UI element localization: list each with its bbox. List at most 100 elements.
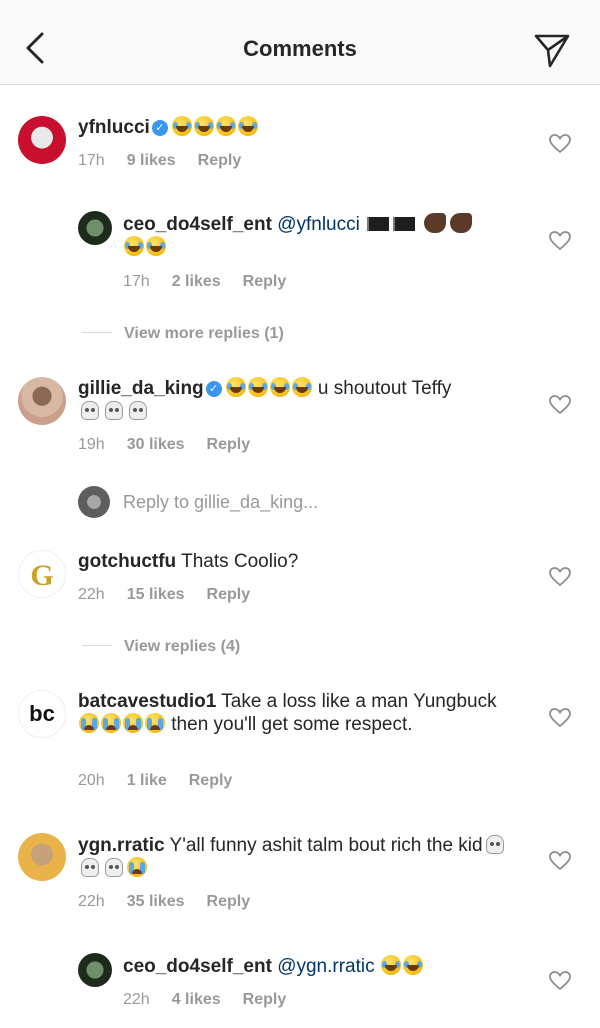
username[interactable]: ceo_do4self_ent: [123, 956, 272, 977]
reply-to-input[interactable]: Reply to gillie_da_king...: [123, 492, 318, 513]
skull-emoji-icon: [105, 858, 123, 877]
laughing-emoji-icon: [402, 955, 423, 975]
avatar[interactable]: bc: [18, 690, 66, 738]
like-heart-icon[interactable]: [549, 708, 571, 728]
divider: [82, 645, 112, 646]
verified-badge-icon: ✓: [151, 120, 168, 136]
flexed-biceps-icon: [424, 213, 447, 233]
comment-text: ceo_do4self_ent @yfnlucci: [123, 213, 523, 259]
timestamp: 17h: [78, 152, 105, 169]
like-heart-icon[interactable]: [549, 231, 571, 251]
view-replies-link[interactable]: View replies (4): [82, 638, 240, 656]
laughing-emoji-icon: [215, 116, 236, 136]
like-heart-icon[interactable]: [549, 971, 571, 991]
mention-link[interactable]: @ygn.rratic: [277, 956, 374, 977]
laughing-emoji-icon: [146, 236, 166, 256]
username[interactable]: ygn.rratic: [78, 835, 165, 856]
gold-letter-g-icon: G: [30, 559, 53, 592]
loudly-crying-emoji-icon: [145, 713, 165, 733]
likes-count[interactable]: 2 likes: [172, 273, 221, 290]
laughing-emoji-icon: [124, 236, 144, 256]
laughing-emoji-icon: [291, 377, 312, 397]
comment-body: Thats Coolio?: [176, 551, 299, 572]
likes-count[interactable]: 1 like: [127, 772, 167, 789]
username[interactable]: batcavestudio1: [78, 691, 216, 712]
my-avatar: [78, 486, 110, 518]
comments-header: Comments: [0, 0, 600, 85]
avatar[interactable]: [78, 953, 112, 987]
avatar[interactable]: [18, 377, 66, 425]
avatar[interactable]: [78, 211, 112, 245]
skull-emoji-icon: [105, 401, 123, 420]
skull-emoji-icon: [485, 835, 504, 854]
comment-meta: 19h 30 likes Reply: [78, 436, 272, 454]
username[interactable]: gillie_da_king: [78, 378, 204, 399]
comment-text: yfnlucci ✓: [78, 116, 518, 139]
verified-badge-icon: ✓: [205, 381, 222, 397]
reply-button[interactable]: Reply: [243, 991, 287, 1008]
reply-button[interactable]: Reply: [207, 893, 251, 910]
reply-button[interactable]: Reply: [189, 772, 233, 789]
view-more-label: View more replies (1): [124, 325, 284, 342]
avatar[interactable]: [18, 833, 66, 881]
comment-text: batcavestudio1 Take a loss like a man Yu…: [78, 690, 518, 736]
reply-button[interactable]: Reply: [198, 152, 242, 169]
comment-meta: 22h 35 likes Reply: [78, 893, 272, 911]
comment-body: Y'all funny ashit talm bout rich the kid: [164, 835, 483, 856]
likes-count[interactable]: 4 likes: [172, 991, 221, 1008]
like-heart-icon[interactable]: [549, 134, 571, 154]
laughing-emoji-icon: [380, 955, 401, 975]
laughing-emoji-icon: [247, 377, 268, 397]
timestamp: 22h: [78, 893, 105, 910]
avatar[interactable]: [18, 116, 66, 164]
comment-body: u shoutout Teffy: [312, 378, 452, 399]
loudly-crying-emoji-icon: [123, 713, 143, 733]
loudly-crying-emoji-icon: [101, 713, 121, 733]
timestamp: 19h: [78, 436, 105, 453]
like-heart-icon[interactable]: [549, 851, 571, 871]
svg-text:G: G: [30, 559, 53, 592]
black-flag-icon: [393, 217, 416, 231]
comment-meta: 17h 9 likes Reply: [78, 152, 263, 170]
reply-button[interactable]: Reply: [207, 436, 251, 453]
laughing-emoji-icon: [269, 377, 290, 397]
loudly-crying-emoji-icon: [127, 857, 147, 877]
comment-text: gillie_da_king ✓ u shoutout Teffy: [78, 377, 528, 423]
page-title: Comments: [243, 36, 357, 61]
like-heart-icon[interactable]: [549, 395, 571, 415]
comment-text: gotchuctfu Thats Coolio?: [78, 550, 518, 573]
comment-meta: 17h 2 likes Reply: [123, 273, 308, 291]
likes-count[interactable]: 30 likes: [127, 436, 185, 453]
comment-meta: 22h 4 likes Reply: [123, 991, 308, 1009]
likes-count[interactable]: 35 likes: [127, 893, 185, 910]
reply-button[interactable]: Reply: [243, 273, 287, 290]
comment-meta: 20h 1 like Reply: [78, 772, 254, 790]
username[interactable]: gotchuctfu: [78, 551, 176, 572]
laughing-emoji-icon: [225, 377, 246, 397]
comment-body-part1: Take a loss like a man Yungbuck: [216, 691, 497, 712]
loudly-crying-emoji-icon: [79, 713, 99, 733]
reply-button[interactable]: Reply: [207, 586, 251, 603]
view-replies-label: View replies (4): [124, 638, 241, 655]
timestamp: 20h: [78, 772, 105, 789]
comment-text: ceo_do4self_ent @ygn.rratic: [123, 955, 523, 978]
mention-link[interactable]: @yfnlucci: [277, 214, 360, 235]
laughing-emoji-icon: [237, 116, 258, 136]
skull-emoji-icon: [129, 401, 147, 420]
username[interactable]: yfnlucci: [78, 117, 150, 138]
timestamp: 17h: [123, 273, 150, 290]
comment-text: ygn.rratic Y'all funny ashit talm bout r…: [78, 834, 508, 880]
likes-count[interactable]: 15 likes: [127, 586, 185, 603]
direct-send-icon[interactable]: [532, 30, 572, 70]
skull-emoji-icon: [81, 858, 99, 877]
like-heart-icon[interactable]: [549, 567, 571, 587]
avatar-initials: bc: [29, 701, 55, 726]
black-flag-icon: [367, 217, 390, 231]
divider: [82, 332, 112, 333]
view-more-replies-link[interactable]: View more replies (1): [82, 325, 284, 343]
likes-count[interactable]: 9 likes: [127, 152, 176, 169]
avatar[interactable]: G: [18, 550, 66, 598]
username[interactable]: ceo_do4self_ent: [123, 214, 272, 235]
timestamp: 22h: [78, 586, 105, 603]
timestamp: 22h: [123, 991, 150, 1008]
